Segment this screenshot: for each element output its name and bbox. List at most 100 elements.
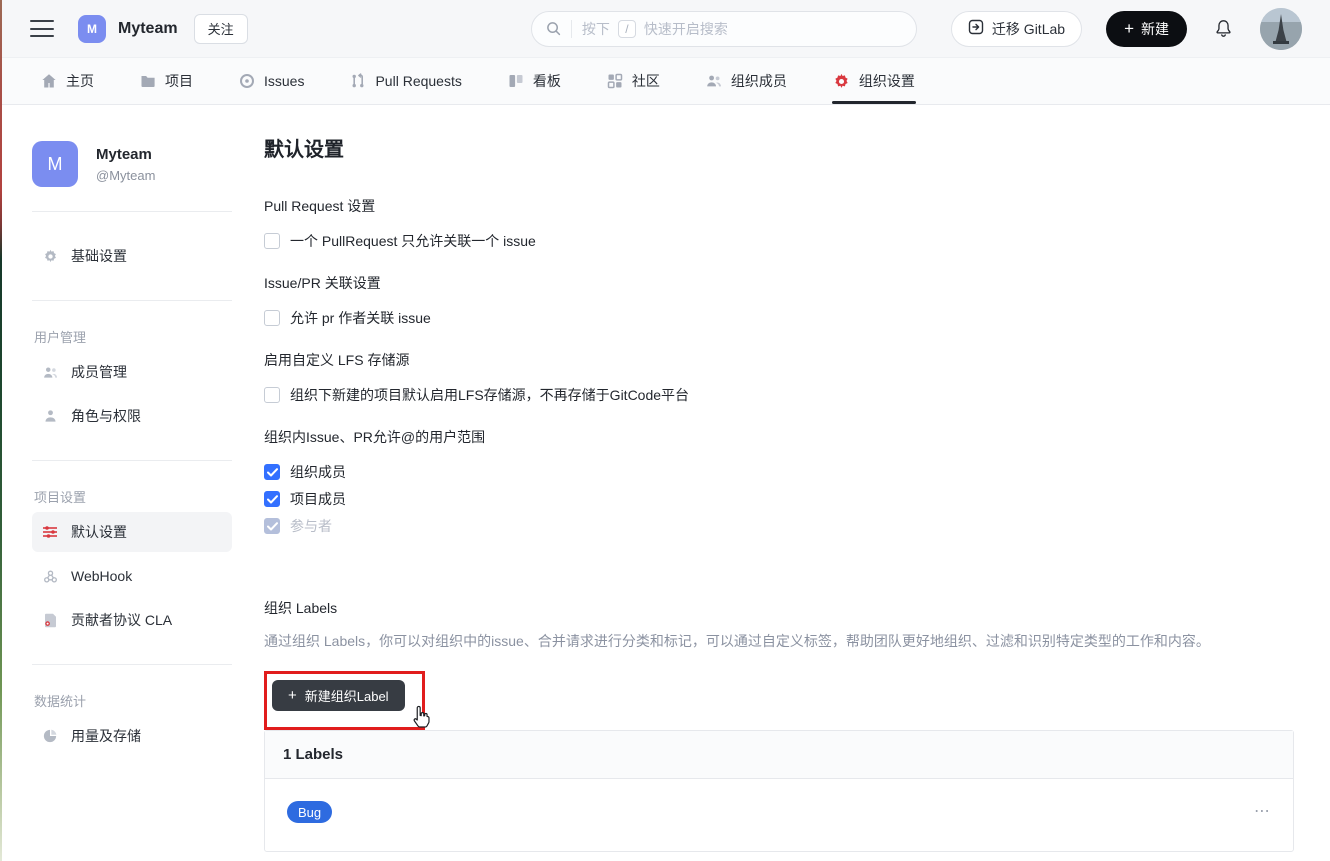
tab-label: 组织设置 [859,71,915,91]
search-placeholder-suffix: 快速开启搜索 [644,19,728,39]
hamburger-menu-icon[interactable] [30,20,54,37]
org-handle: @Myteam [96,168,155,183]
org-avatar-small[interactable]: M [78,15,106,43]
sidebar-item-label: 默认设置 [71,522,127,542]
sidebar-section-project-settings: 项目设置 [34,487,232,506]
org-avatar: M [32,141,78,187]
label-chip-bug[interactable]: Bug [287,801,332,823]
sidebar-item-base-settings[interactable]: 基础设置 [32,236,232,276]
tab-community[interactable]: 社区 [584,58,683,104]
migrate-gitlab-button[interactable]: 迁移 GitLab [951,11,1082,47]
tab-pull-requests[interactable]: Pull Requests [327,58,484,104]
checkbox-project-members[interactable] [264,491,280,507]
gitcode-org-settings-page: M Myteam 关注 按下 / 快速开启搜索 迁移 GitLab + 新建 [0,0,1330,861]
group-heading: 启用自定义 LFS 存储源 [264,350,1294,370]
tab-issues[interactable]: Issues [216,58,327,104]
group-heading: Pull Request 设置 [264,196,1294,216]
checkbox-label: 组织下新建的项目默认启用LFS存储源，不再存储于GitCode平台 [290,385,689,405]
labels-panel-header: 1 Labels [265,731,1293,779]
labels-panel: 1 Labels Bug ⋯ [264,730,1294,852]
sidebar-item-member-management[interactable]: 成员管理 [32,352,232,392]
labels-heading: 组织 Labels [264,598,1294,618]
person-icon [42,409,58,423]
org-labels-section: 组织 Labels 通过组织 Labels，你可以对组织中的issue、合并请求… [264,598,1294,852]
sidebar-item-label: 成员管理 [71,362,127,382]
members-icon [706,73,722,89]
migrate-label: 迁移 GitLab [992,19,1065,39]
mention-scope-group: 组织内Issue、PR允许@的用户范围 组织成员 项目成员 参与者 [264,427,1294,536]
tab-org-members[interactable]: 组织成员 [683,58,810,104]
option-row: 参与者 [264,516,1294,536]
checkbox-label: 一个 PullRequest 只允许关联一个 issue [290,231,536,251]
tab-board[interactable]: 看板 [485,58,584,104]
more-options-icon[interactable]: ⋯ [1254,804,1271,820]
members-icon [42,365,58,380]
tab-label: 项目 [165,71,193,91]
label-row: Bug ⋯ [265,779,1293,851]
tab-label: 社区 [632,71,660,91]
divider [32,664,232,665]
user-avatar[interactable] [1260,8,1302,50]
pull-request-icon [350,73,366,89]
org-name[interactable]: Myteam [118,20,178,38]
search-input[interactable]: 按下 / 快速开启搜索 [531,11,917,47]
screen-edge-artifact [0,0,2,861]
community-grid-icon [607,73,623,89]
top-bar: M Myteam 关注 按下 / 快速开启搜索 迁移 GitLab + 新建 [0,0,1330,58]
checkbox-label: 参与者 [290,516,332,536]
new-org-label-button-label: 新建组织Label [305,686,389,705]
sidebar-item-label: 基础设置 [71,246,127,266]
sidebar-item-label: 用量及存储 [71,726,141,746]
option-row: 一个 PullRequest 只允许关联一个 issue [264,231,1294,251]
checkbox-pr-author-link[interactable] [264,310,280,326]
sidebar-item-cla[interactable]: 贡献者协议 CLA [32,600,232,640]
default-settings-main: 默认设置 Pull Request 设置 一个 PullRequest 只允许关… [232,105,1330,852]
tab-org-settings[interactable]: 组织设置 [810,58,938,104]
sidebar-item-label: 贡献者协议 CLA [71,610,172,630]
tab-label: Pull Requests [375,73,461,89]
sidebar-item-webhook[interactable]: WebHook [32,556,232,596]
sidebar-item-roles-permissions[interactable]: 角色与权限 [32,396,232,436]
checkbox-lfs-default[interactable] [264,387,280,403]
option-row: 项目成员 [264,489,1294,509]
tab-label: Issues [264,73,304,89]
sidebar-section-user-management: 用户管理 [34,327,232,346]
sidebar-item-usage-storage[interactable]: 用量及存储 [32,716,232,756]
search-placeholder-prefix: 按下 [582,19,610,39]
notifications-bell-icon[interactable] [1213,18,1234,39]
gear-icon [42,249,58,264]
tab-label: 组织成员 [731,71,787,91]
sidebar-org-header: M Myteam @Myteam [32,141,232,187]
checkbox-pr-single-issue[interactable] [264,233,280,249]
pie-chart-icon [42,729,58,743]
org-nav-tabs: 主页 项目 Issues Pull Requests 看板 社区 组织成员 组 [0,58,1330,105]
search-icon [546,21,561,36]
slash-keycap: / [618,20,636,38]
cla-document-icon [42,613,58,628]
sidebar-item-default-settings[interactable]: 默认设置 [32,512,232,552]
new-org-label-button[interactable]: + 新建组织Label [272,680,405,711]
sidebar-section-data-stats: 数据统计 [34,691,232,710]
settings-gear-icon [833,73,850,90]
new-button[interactable]: + 新建 [1106,11,1187,47]
plus-icon: + [288,688,297,703]
sidebar-item-label: 角色与权限 [71,406,141,426]
group-heading: 组织内Issue、PR允许@的用户范围 [264,427,1294,447]
kanban-board-icon [508,73,524,89]
divider [32,300,232,301]
option-row: 组织成员 [264,462,1294,482]
option-row: 允许 pr 作者关联 issue [264,308,1294,328]
sliders-icon [42,525,58,539]
group-heading: Issue/PR 关联设置 [264,273,1294,293]
plus-icon: + [1124,20,1134,37]
divider [32,460,232,461]
tab-home[interactable]: 主页 [18,58,117,104]
tab-projects[interactable]: 项目 [117,58,216,104]
option-row: 组织下新建的项目默认启用LFS存储源，不再存储于GitCode平台 [264,385,1294,405]
folder-icon [140,73,156,89]
follow-button[interactable]: 关注 [194,14,248,44]
checkbox-participants [264,518,280,534]
tab-label: 看板 [533,71,561,91]
pull-request-settings-group: Pull Request 设置 一个 PullRequest 只允许关联一个 i… [264,196,1294,251]
checkbox-org-members[interactable] [264,464,280,480]
